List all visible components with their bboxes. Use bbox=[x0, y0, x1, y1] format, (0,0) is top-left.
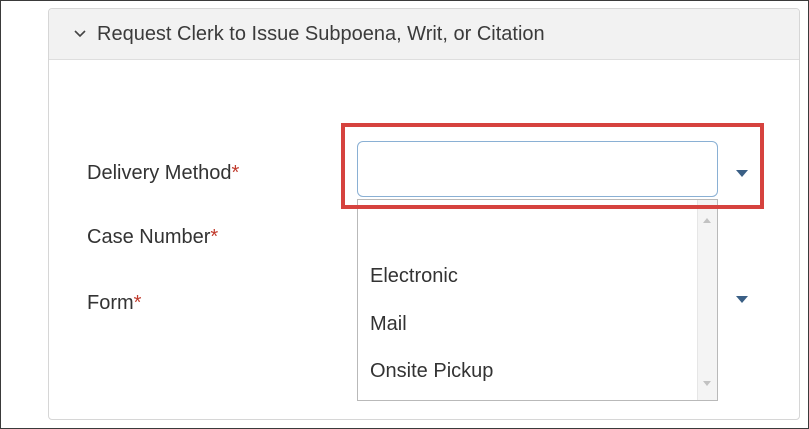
option-onsite-pickup[interactable]: Onsite Pickup bbox=[370, 360, 493, 383]
scroll-down-arrow-icon[interactable] bbox=[703, 381, 711, 386]
highlight-annotation bbox=[341, 123, 764, 209]
section-title: Request Clerk to Issue Subpoena, Writ, o… bbox=[97, 22, 545, 45]
scroll-up-arrow-icon[interactable] bbox=[703, 218, 711, 223]
section-header[interactable]: Request Clerk to Issue Subpoena, Writ, o… bbox=[49, 9, 799, 60]
dropdown-scrollbar[interactable] bbox=[697, 200, 717, 400]
form-label: Form* bbox=[87, 292, 142, 314]
form-caret-icon[interactable] bbox=[736, 296, 748, 303]
required-marker: * bbox=[210, 226, 219, 248]
option-mail[interactable]: Mail bbox=[370, 313, 407, 336]
delivery-method-label: Delivery Method* bbox=[87, 162, 240, 184]
option-electronic[interactable]: Electronic bbox=[370, 265, 458, 288]
required-marker: * bbox=[133, 292, 142, 314]
required-marker: * bbox=[231, 162, 240, 184]
case-number-label: Case Number* bbox=[87, 226, 219, 248]
chevron-down-icon[interactable] bbox=[73, 27, 87, 41]
delivery-method-dropdown[interactable]: Electronic Mail Onsite Pickup bbox=[357, 199, 718, 401]
